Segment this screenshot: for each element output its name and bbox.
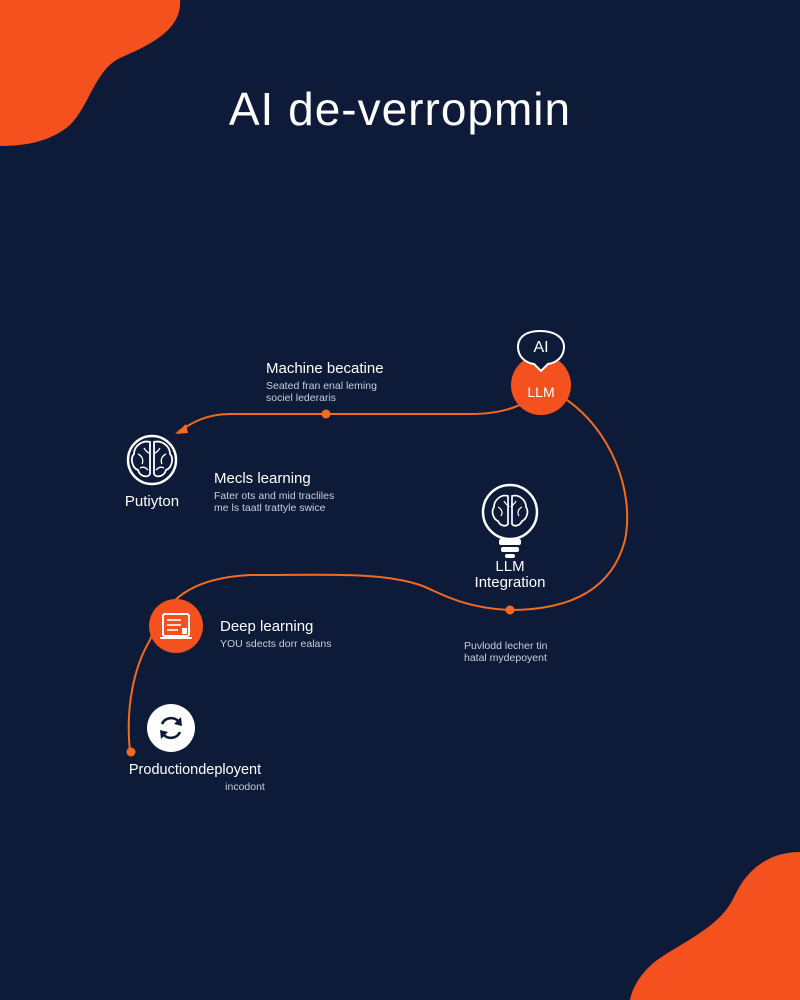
- ai-bubble-label: AI: [533, 339, 549, 356]
- step-machine-desc-2: sociel lederaris: [266, 392, 337, 404]
- step-deploy: Puvlodd lecher tin hatal mydepoyent: [464, 638, 547, 664]
- production-label: Productiondeployent: [128, 762, 262, 778]
- step-machine-desc-1: Seated fran enal leming: [266, 380, 377, 392]
- llm-integration-label-2: Integration: [474, 574, 546, 591]
- step-deep-desc-1: YOU sdects dorr ealans: [220, 638, 332, 650]
- infographic: AI de-verropmin AI LLM Machine becatine …: [0, 0, 800, 1000]
- llm-circle-label: LLM: [527, 384, 555, 400]
- arrow-head: [175, 424, 188, 434]
- step-models-desc-2: me ls taatl trattyle swice: [214, 502, 326, 514]
- connector-path: [127, 639, 151, 753]
- path-dot: [321, 409, 331, 419]
- python-label: Putiyton: [124, 493, 180, 510]
- brain-icon: [126, 434, 178, 486]
- step-deep: Deep learning YOU sdects dorr ealans: [220, 618, 331, 650]
- step-machine: Machine becatine Seated fran enal leming…: [266, 360, 384, 404]
- step-models-desc-1: Fater ots and mid tracliles: [214, 490, 335, 502]
- llm-integration-label-1: LLM: [495, 558, 525, 575]
- step-models-title: Mecls learning: [214, 470, 311, 487]
- step-deploy-desc-2: hatal mydepoyent: [464, 652, 547, 664]
- connector-path: [149, 399, 629, 641]
- production-sub: incodont: [225, 781, 265, 793]
- lightbulb-brain-icon: [481, 483, 539, 558]
- bottom-right-blob: [630, 852, 800, 1000]
- step-deep-title: Deep learning: [220, 618, 314, 635]
- step-machine-title: Machine becatine: [266, 360, 384, 377]
- step-deploy-desc-1: Puvlodd lecher tin: [464, 640, 548, 652]
- page-title: AI de-verropmin: [228, 83, 572, 135]
- document-icon: [149, 599, 203, 653]
- path-dot: [126, 747, 136, 757]
- refresh-icon: [147, 704, 195, 752]
- path-dot: [505, 605, 515, 615]
- step-models: Mecls learning Fater ots and mid traclil…: [214, 470, 334, 514]
